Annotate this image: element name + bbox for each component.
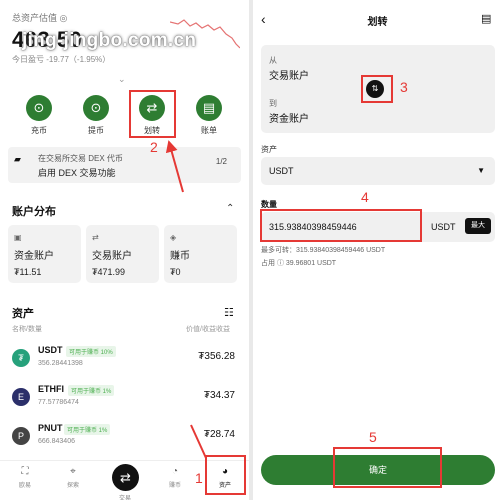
explore-icon: ⌖ <box>70 466 76 477</box>
asset-label: 资产 <box>261 145 277 154</box>
earn-icon: ◔ <box>171 466 179 477</box>
trade-icon: ⇄ <box>112 464 139 491</box>
column-header-value: 价值/收益收益 <box>186 326 230 333</box>
to-account-select[interactable]: 资金账户 <box>269 110 309 125</box>
asset-select[interactable]: USDT ▼ <box>261 157 495 185</box>
account-card-trading[interactable]: ⇄ 交易账户 ₮471.99 <box>86 225 159 283</box>
asset-amount: ₮356.28 <box>198 351 235 362</box>
dropdown-caret-icon: ▼ <box>477 166 485 175</box>
withdraw-button[interactable]: ⊙ 提币 <box>76 95 116 136</box>
earn-tag: 可用于赚币 10% <box>66 346 116 357</box>
highlight-swap <box>361 75 393 103</box>
home-icon: ⛶ <box>21 466 29 477</box>
asset-row-usdt[interactable]: ₮ USDT 可用于赚币 10% 356.28441398 ₮356.28 <box>0 343 249 383</box>
highlight-confirm <box>333 447 442 488</box>
bill-button[interactable]: ▤ 账单 <box>189 95 229 136</box>
step-number-4: 4 <box>361 189 369 205</box>
total-asset-label: 总资产估值 ◎ <box>12 13 68 23</box>
nav-label: 交易 <box>118 496 131 500</box>
account-distribution-title: 账户分布 <box>12 206 56 218</box>
deposit-label: 充币 <box>31 126 47 135</box>
usdt-coin-icon: ₮ <box>12 349 30 367</box>
asset-quantity: 77.57786474 <box>38 399 79 406</box>
quantity-unit: USDT <box>431 222 456 232</box>
from-label: 从 <box>269 56 277 65</box>
watermark-text: jing-jingbo.com.cn <box>22 30 197 51</box>
earn-account-icon: ◈ <box>170 233 177 242</box>
account-card-earn[interactable]: ◈ 赚币 ₮0 <box>164 225 237 283</box>
dex-promo-pager: 1/2 <box>215 157 227 166</box>
asset-symbol: PNUT <box>38 423 63 433</box>
page-title: 划转 <box>367 17 388 28</box>
earn-tag: 可用于赚币 1% <box>68 385 115 396</box>
withdraw-icon: ⊙ <box>83 95 109 121</box>
deposit-icon: ⊙ <box>26 95 52 121</box>
filter-sliders-icon[interactable]: ☷ <box>224 306 234 319</box>
assets-title: 资产 <box>12 308 34 320</box>
asset-row-ethfi[interactable]: E ETHFI 可用于赚币 1% 77.57786474 ₮34.37 <box>0 382 249 422</box>
chevron-up-icon[interactable]: ⌃ <box>226 203 234 214</box>
nav-label: 欧易 <box>18 483 31 489</box>
earn-tag: 可用于赚币 1% <box>64 424 111 435</box>
bill-label: 账单 <box>201 126 217 135</box>
dex-promo-card[interactable]: ▰ 在交易所交易 DEX 代币 启用 DEX 交易功能 1/2 <box>8 147 241 183</box>
column-header-name: 名称/数量 <box>12 326 42 333</box>
dex-promo-line2: 启用 DEX 交易功能 <box>38 168 116 178</box>
nav-trade[interactable]: ⇄ 交易 <box>110 464 140 500</box>
nav-label: 探索 <box>66 483 79 489</box>
pnut-coin-icon: P <box>12 427 30 445</box>
to-label: 到 <box>269 99 277 108</box>
account-name: 赚币 <box>170 251 190 262</box>
deposit-button[interactable]: ⊙ 充币 <box>19 95 59 136</box>
today-pnl: 今日盈亏 -19.77（-1.95%） <box>12 55 111 64</box>
account-value: ₮471.99 <box>92 267 126 277</box>
asset-amount: ₮28.74 <box>203 429 235 440</box>
asset-select-value: USDT <box>269 166 294 176</box>
dex-promo-line1: 在交易所交易 DEX 代币 <box>38 154 123 163</box>
withdraw-label: 提币 <box>88 126 104 135</box>
collapse-chevron-icon[interactable]: ⌄ <box>118 74 126 85</box>
account-name: 资金账户 <box>14 251 54 262</box>
funding-account-icon: ▣ <box>14 233 22 242</box>
ethfi-coin-icon: E <box>12 388 30 406</box>
quick-actions: ⊙ 充币 ⊙ 提币 ⇄ 划转 ▤ 账单 <box>12 95 240 145</box>
nav-home[interactable]: ⛶ 欧易 <box>10 466 40 489</box>
asset-symbol: USDT <box>38 345 63 355</box>
nav-label: 赚币 <box>168 483 181 489</box>
account-value: ₮0 <box>170 267 181 277</box>
asset-amount: ₮34.37 <box>203 390 235 401</box>
account-name: 交易账户 <box>92 251 132 262</box>
from-account-select[interactable]: 交易账户 <box>269 67 309 82</box>
available-amount: 最多可转：315.93840398459446 USDT <box>261 247 386 254</box>
bill-icon: ▤ <box>196 95 222 121</box>
asset-quantity: 356.28441398 <box>38 360 83 367</box>
highlight-transfer <box>129 90 176 138</box>
wallet-icon: ▰ <box>14 154 21 164</box>
account-card-funding[interactable]: ▣ 资金账户 ₮11.51 <box>8 225 81 283</box>
nav-explore[interactable]: ⌖ 探索 <box>58 466 88 489</box>
account-value: ₮11.51 <box>14 267 42 277</box>
records-icon[interactable]: ▤ <box>481 12 491 25</box>
occupied-amount: 占用 ⓘ 39.96801 USDT <box>261 260 337 267</box>
step-number-5: 5 <box>369 429 377 445</box>
highlight-assets-tab <box>205 455 246 495</box>
highlight-quantity <box>260 209 422 242</box>
nav-earn[interactable]: ◔ 赚币 <box>160 466 190 489</box>
asset-quantity: 666.843406 <box>38 438 75 445</box>
max-button[interactable]: 最大 <box>465 218 491 234</box>
trading-account-icon: ⇄ <box>92 233 99 242</box>
step-number-2: 2 <box>150 139 158 155</box>
step-number-1: 1 <box>195 470 203 486</box>
step-number-3: 3 <box>400 79 408 95</box>
assets-screen: 总资产估值 ◎ 463.50 今日盈亏 -19.77（-1.95%） jing-… <box>0 0 249 500</box>
asset-symbol: ETHFI <box>38 384 64 394</box>
